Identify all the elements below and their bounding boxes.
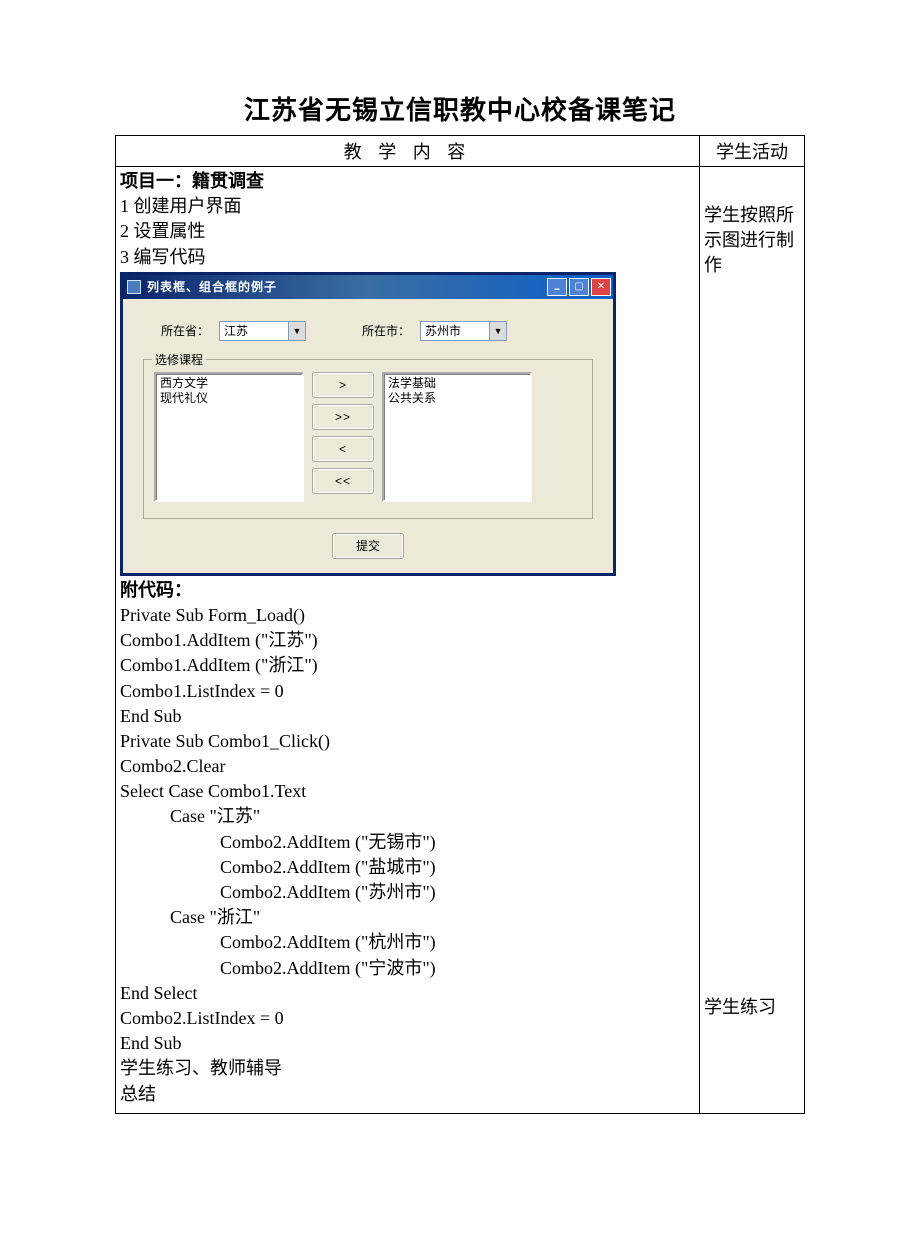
move-right-button[interactable]: > [312,372,374,398]
content-cell: 项目一：籍贯调查 1 创建用户界面 2 设置属性 3 编写代码 列表框、组合框的… [116,167,700,1114]
code-line: Private Sub Combo1_Click() [120,729,695,754]
code-line: End Sub [120,704,695,729]
step-3: 3 编写代码 [120,245,695,270]
form-body: 所在省： 江苏 所在市： 苏州市 [123,299,613,573]
province-combo[interactable]: 江苏 [219,321,306,341]
list-item[interactable]: 法学基础 [388,376,526,391]
vb-window: 列表框、组合框的例子 所在省： 江苏 [120,272,616,576]
code-line: Combo1.AddItem ("江苏") [120,628,695,653]
code-line: Combo2.AddItem ("宁波市") [120,956,695,981]
city-combo[interactable]: 苏州市 [420,321,507,341]
code-line: Combo1.ListIndex = 0 [120,679,695,704]
courses-fieldset: 选修课程 西方文学 现代礼仪 > >> < << [143,359,593,519]
col-header-activity: 学生活动 [700,136,805,167]
code-line: 学生练习、教师辅导 [120,1056,695,1081]
move-all-right-button[interactable]: >> [312,404,374,430]
code-line: 总结 [120,1082,695,1107]
code-line: End Select [120,981,695,1006]
app-icon [127,280,141,294]
code-line: Case "江苏" [120,804,695,829]
col-header-content: 教 学 内 容 [116,136,700,167]
code-label: 附代码： [120,578,695,603]
city-value: 苏州市 [421,322,489,339]
move-all-left-button[interactable]: << [312,468,374,494]
list-item[interactable]: 西方文学 [160,376,298,391]
city-label: 所在市： [362,322,410,339]
province-value: 江苏 [220,322,288,339]
titlebar[interactable]: 列表框、组合框的例子 [123,275,613,299]
list-item[interactable]: 公共关系 [388,391,526,406]
code-line: Select Case Combo1.Text [120,779,695,804]
code-line: Combo2.AddItem ("盐城市") [120,855,695,880]
list-item[interactable]: 现代礼仪 [160,391,298,406]
activity-cell: 学生按照所示图进行制作 学生练习 [700,167,805,1114]
left-listbox[interactable]: 西方文学 现代礼仪 [154,372,304,502]
code-line: Combo2.Clear [120,754,695,779]
code-line: Case "浙江" [120,905,695,930]
lesson-table: 教 学 内 容 学生活动 项目一：籍贯调查 1 创建用户界面 2 设置属性 3 … [115,135,805,1114]
province-label: 所在省： [161,322,209,339]
close-button[interactable] [591,278,611,296]
move-left-button[interactable]: < [312,436,374,462]
code-line: Combo2.AddItem ("杭州市") [120,930,695,955]
step-1: 1 创建用户界面 [120,194,695,219]
minimize-button[interactable] [547,278,567,296]
activity-text-1: 学生按照所示图进行制作 [704,203,800,279]
submit-button[interactable]: 提交 [332,533,404,559]
window-title: 列表框、组合框的例子 [147,278,547,295]
fieldset-legend: 选修课程 [152,351,206,368]
right-listbox[interactable]: 法学基础 公共关系 [382,372,532,502]
chevron-down-icon[interactable] [288,322,305,340]
code-line: Combo1.AddItem ("浙江") [120,653,695,678]
code-line: Combo2.AddItem ("苏州市") [120,880,695,905]
chevron-down-icon[interactable] [489,322,506,340]
maximize-button[interactable] [569,278,589,296]
page-title: 江苏省无锡立信职教中心校备课笔记 [115,90,805,127]
code-line: Combo2.AddItem ("无锡市") [120,830,695,855]
code-line: Private Sub Form_Load() [120,603,695,628]
activity-text-2: 学生练习 [704,995,800,1020]
project-title: 项目一：籍贯调查 [120,169,695,194]
code-line: End Sub [120,1031,695,1056]
step-2: 2 设置属性 [120,219,695,244]
code-line: Combo2.ListIndex = 0 [120,1006,695,1031]
